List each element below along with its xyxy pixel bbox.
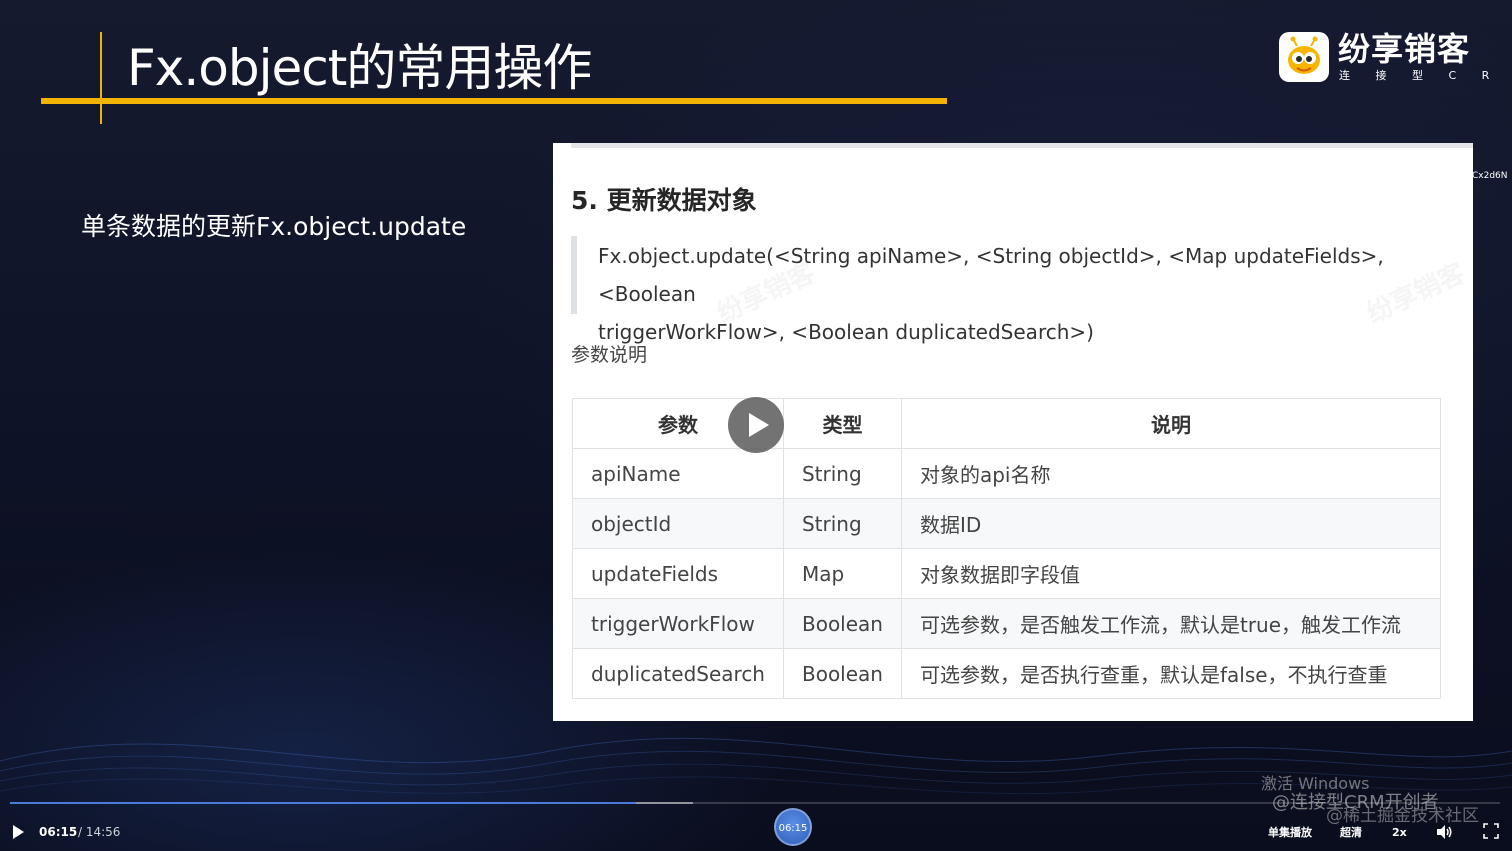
- param-type: Boolean: [782, 598, 902, 649]
- param-description: 对象数据即字段值: [900, 548, 1442, 599]
- play-button[interactable]: [12, 825, 26, 839]
- table-row: updateFields Map 对象数据即字段值: [572, 548, 1442, 599]
- param-description: 可选参数，是否触发工作流，默认是true，触发工作流: [900, 598, 1442, 649]
- progress-played: [10, 802, 636, 804]
- speed-button[interactable]: 2x: [1392, 826, 1407, 840]
- param-name: updateFields: [572, 548, 784, 599]
- volume-icon[interactable]: [1435, 823, 1453, 841]
- video-stage: Fx.object的常用操作 单条数据的更新Fx.object.update 纷…: [0, 0, 1512, 851]
- table-row: duplicatedSearch Boolean 可选参数，是否执行查重，默认是…: [572, 648, 1442, 699]
- current-time: 06:15: [39, 825, 78, 839]
- title-accent-vertical: [100, 32, 102, 124]
- blockquote-bar: [571, 236, 577, 314]
- header-description: 说明: [900, 398, 1442, 449]
- slide-title: Fx.object的常用操作: [127, 39, 592, 97]
- fullscreen-icon[interactable]: [1483, 823, 1501, 841]
- total-time: / 14:56: [78, 825, 121, 839]
- brand-logo: 纷享销客 连 接 型 C R M: [1279, 30, 1512, 84]
- corner-tag: Cx2d6N: [1472, 171, 1508, 181]
- param-name: duplicatedSearch: [572, 648, 784, 699]
- param-type: Boolean: [782, 648, 902, 699]
- single-play-button[interactable]: 单集播放: [1268, 826, 1312, 840]
- quality-button[interactable]: 超清: [1340, 826, 1362, 840]
- table-row: objectId String 数据ID: [572, 498, 1442, 549]
- table-header-row: 参数 类型 说明: [572, 398, 1442, 449]
- param-type: String: [782, 498, 902, 549]
- param-name: apiName: [572, 448, 784, 499]
- params-table: 参数 类型 说明 apiName String 对象的api名称 objectI…: [572, 398, 1442, 699]
- brand-tagline: 连 接 型 C R M: [1339, 69, 1512, 82]
- param-name: objectId: [572, 498, 784, 549]
- param-description: 数据ID: [900, 498, 1442, 549]
- param-description: 对象的api名称: [900, 448, 1442, 499]
- doc-screenshot-panel: 5. 更新数据对象 Fx.object.update(<String apiNa…: [553, 143, 1473, 721]
- slide-subtitle: 单条数据的更新Fx.object.update: [81, 212, 467, 241]
- play-icon[interactable]: [728, 397, 784, 453]
- activate-windows-notice: 激活 Windows: [1261, 774, 1370, 793]
- param-type: String: [782, 448, 902, 499]
- param-name: triggerWorkFlow: [572, 598, 784, 649]
- brand-name: 纷享销客: [1338, 30, 1471, 68]
- bee-mascot-icon: [1279, 32, 1329, 82]
- table-row: apiName String 对象的api名称: [572, 448, 1442, 499]
- param-description: 可选参数，是否执行查重，默认是false，不执行查重: [900, 648, 1442, 699]
- table-row: triggerWorkFlow Boolean 可选参数，是否触发工作流，默认是…: [572, 598, 1442, 649]
- player-controls: 06:15 / 14:56 单集播放 超清 2x: [0, 812, 1512, 851]
- doc-top-border: [571, 143, 1473, 148]
- params-label: 参数说明: [571, 344, 648, 366]
- header-type: 类型: [782, 398, 902, 449]
- param-type: Map: [782, 548, 902, 599]
- doc-heading: 5. 更新数据对象: [571, 186, 757, 215]
